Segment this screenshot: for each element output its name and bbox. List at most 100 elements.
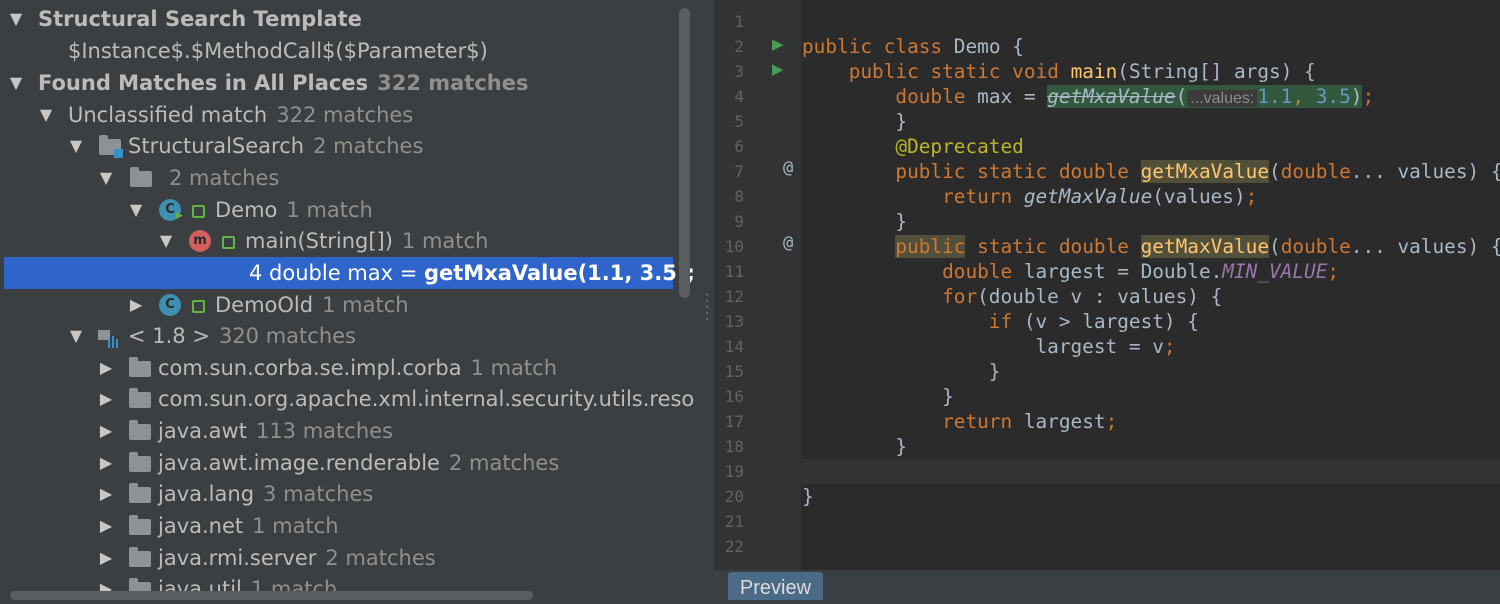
tree-row-jdk[interactable]: ▼ < 1.8 > 320 matches (0, 320, 700, 352)
tree-row-template[interactable]: ▼ Structural Search Template (0, 3, 700, 35)
demo-label: Demo (215, 198, 278, 222)
code-line[interactable]: public class Demo { (802, 34, 1024, 59)
tree-row-package[interactable]: ▶ java.awt 113 matches (0, 415, 700, 447)
tree-row-found[interactable]: ▼ Found Matches in All Places 322 matches (0, 67, 700, 99)
tree-row-demo-class[interactable]: ▼ C ▶ Demo 1 match (0, 194, 700, 226)
code-line[interactable]: double largest = Double.MIN_VALUE; (802, 259, 1339, 284)
module-folder-icon (99, 135, 123, 158)
splitter-grip-icon[interactable]: · · · · · (703, 289, 711, 325)
overriding-method-icon[interactable]: @ (783, 158, 793, 178)
collapse-arrow-icon[interactable]: ▶ (96, 542, 116, 574)
code-line[interactable]: public static void main(String[] args) { (802, 59, 1316, 84)
tree-row-package[interactable]: ▼ 2 matches (0, 162, 700, 194)
tree-row-package[interactable]: ▶ com.sun.corba.se.impl.corba 1 match (0, 352, 700, 384)
line-number: 14 (724, 337, 744, 356)
code-line[interactable]: double max = getMxaValue(...values: 1.1, … (802, 84, 1374, 109)
line-number: 12 (724, 287, 744, 306)
line-number: 11 (724, 262, 744, 281)
line-number: 19 (724, 462, 744, 481)
line-number: 9 (734, 212, 744, 231)
collapse-arrow-icon[interactable]: ▶ (126, 289, 146, 321)
parameter-hint: ...values: (1187, 90, 1258, 107)
tree-row-unclassified[interactable]: ▼ Unclassified match 322 matches (0, 99, 700, 131)
code-line[interactable]: } (802, 209, 907, 234)
code-line[interactable]: public static double getMxaValue(double.… (802, 159, 1500, 184)
expand-arrow-icon[interactable]: ▼ (96, 162, 116, 194)
code-line[interactable]: if (v > largest) { (802, 309, 1199, 334)
code-preview-editor[interactable]: 1 2 3 4 5 6 7 8 9 10 11 12 13 14 15 16 1… (714, 0, 1500, 600)
tab-preview[interactable]: Preview (728, 572, 823, 600)
collapse-arrow-icon[interactable]: ▶ (96, 478, 116, 510)
match-prefix: 4 double max = (249, 261, 424, 285)
code-line[interactable]: public static double getMaxValue(double.… (802, 234, 1500, 259)
expand-arrow-icon[interactable]: ▼ (156, 225, 176, 257)
expand-arrow-icon[interactable]: ▼ (66, 130, 86, 162)
code-line[interactable]: return largest; (802, 409, 1117, 434)
tree-row-package[interactable]: ▶ java.lang 3 matches (0, 478, 700, 510)
current-line-highlight (801, 459, 1500, 484)
jdk-label: < 1.8 > (128, 324, 210, 348)
tree-row-package[interactable]: ▶ com.sun.org.apache.xml.internal.securi… (0, 383, 700, 415)
package-count: 113 matches (255, 419, 393, 443)
library-icon (98, 330, 118, 348)
code-line[interactable]: return getMaxValue(values); (802, 184, 1257, 209)
expand-arrow-icon[interactable]: ▼ (6, 3, 26, 35)
tree-row-module[interactable]: ▼ StructuralSearch 2 matches (0, 130, 700, 162)
main-count: 1 match (401, 229, 489, 253)
line-number: 6 (734, 137, 744, 156)
expand-arrow-icon[interactable]: ▼ (126, 194, 146, 226)
code-line[interactable]: for(double v : values) { (802, 284, 1222, 309)
tree-row-package[interactable]: ▶ java.awt.image.renderable 2 matches (0, 447, 700, 479)
run-gutter-icon[interactable]: ▶ (772, 35, 784, 53)
tree-row-template-query[interactable]: $Instance$.$MethodCall$($Parameter$) (0, 35, 700, 67)
horizontal-scrollbar[interactable] (10, 591, 533, 600)
public-lock-icon (192, 300, 205, 313)
demoold-count: 1 match (322, 293, 409, 317)
run-gutter-icon[interactable]: ▶ (772, 60, 784, 78)
expand-arrow-icon[interactable]: ▼ (36, 99, 56, 131)
unclassified-count: 322 matches (276, 103, 414, 127)
jdk-count: 320 matches (218, 324, 356, 348)
package-name: java.lang (158, 482, 255, 506)
package-name: com.sun.corba.se.impl.corba (158, 356, 462, 380)
find-results-tree[interactable]: ▼ Structural Search Template $Instance$.… (0, 0, 701, 600)
code-line[interactable]: @Deprecated (802, 134, 1023, 159)
package-folder-icon (129, 547, 151, 567)
class-icon: C (159, 294, 181, 316)
package-folder-icon (129, 452, 151, 472)
line-number: 13 (724, 312, 744, 331)
package-folder-icon (129, 515, 151, 535)
line-number: 1 (734, 12, 744, 31)
tree-row-demoold-class[interactable]: ▶ C DemoOld 1 match (0, 289, 700, 321)
tree-row-package[interactable]: ▶ java.net 1 match (0, 510, 700, 542)
collapse-arrow-icon[interactable]: ▶ (96, 352, 116, 384)
collapse-arrow-icon[interactable]: ▶ (96, 383, 116, 415)
code-line[interactable]: } (802, 434, 907, 459)
package-folder-icon (129, 388, 151, 408)
public-lock-icon (222, 236, 235, 249)
collapse-arrow-icon[interactable]: ▶ (96, 447, 116, 479)
package-count: 2 matches (325, 546, 436, 570)
tree-row-selected-match[interactable]: 4 double max = getMxaValue(1.1, 3.5); (4, 257, 695, 289)
collapse-arrow-icon[interactable]: ▶ (96, 415, 116, 447)
code-line[interactable]: } (802, 384, 954, 409)
line-number: 20 (724, 487, 744, 506)
package-folder-icon (129, 483, 151, 503)
tree-row-main-method[interactable]: ▼ m main(String[]) 1 match (0, 225, 700, 257)
line-number: 21 (724, 512, 744, 531)
code-line[interactable]: } (802, 359, 1001, 384)
collapse-arrow-icon[interactable]: ▶ (96, 510, 116, 542)
code-line[interactable]: largest = v; (802, 334, 1175, 359)
vertical-scrollbar[interactable] (679, 8, 690, 298)
unclassified-label: Unclassified match (68, 103, 268, 127)
package-name: java.awt (158, 419, 247, 443)
module-count: 2 matches (313, 134, 424, 158)
method-icon: m (189, 230, 211, 252)
code-line[interactable]: } (802, 109, 907, 134)
overriding-method-icon[interactable]: @ (783, 233, 793, 253)
template-header: Structural Search Template (38, 7, 362, 31)
code-line[interactable]: } (802, 484, 814, 509)
tree-row-package[interactable]: ▶ java.rmi.server 2 matches (0, 542, 700, 574)
expand-arrow-icon[interactable]: ▼ (66, 320, 86, 352)
expand-arrow-icon[interactable]: ▼ (6, 67, 26, 99)
